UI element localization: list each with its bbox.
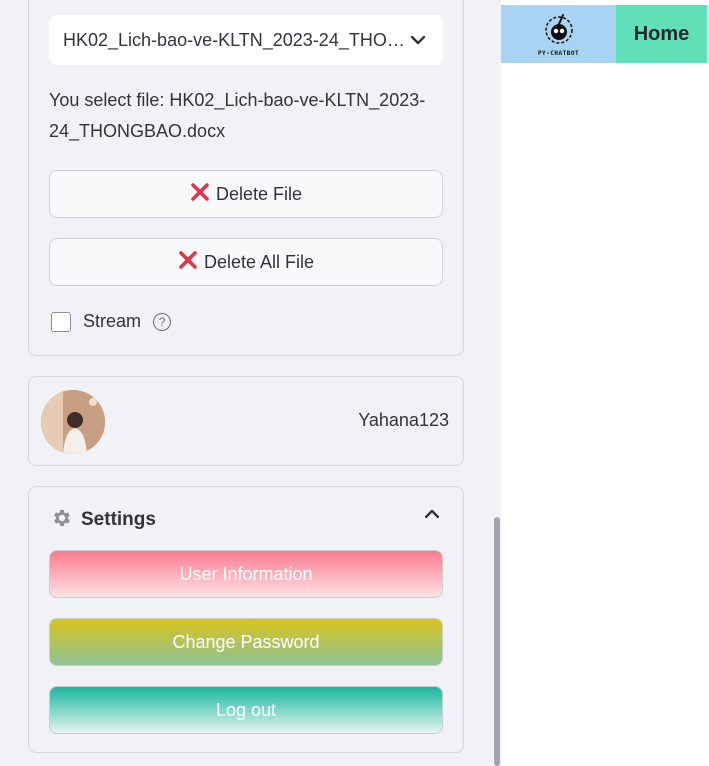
stream-label[interactable]: Stream (83, 311, 141, 332)
file-management-card: HK02_Lich-bao-ve-KLTN_2023-24_THONGBAO.d… (28, 0, 464, 356)
user-card: Yahana123 (28, 376, 464, 466)
delete-file-label: Delete File (215, 183, 303, 204)
avatar (41, 390, 105, 454)
logout-button[interactable]: Log out (49, 686, 443, 734)
settings-card: Settings User Information Change Passwor… (28, 486, 464, 753)
chevron-down-icon[interactable] (407, 32, 429, 48)
chevron-up-icon[interactable] (424, 505, 440, 523)
stream-toggle-row: Stream ? (51, 311, 172, 332)
selected-file-info: You select file: HK02_Lich-bao-ve-KLTN_2… (49, 90, 426, 141)
nav-home-tab[interactable]: Home (616, 5, 707, 63)
change-password-label: Change Password (172, 631, 320, 652)
x-icon (178, 250, 198, 275)
user-information-label: User Information (179, 563, 313, 584)
sidebar: HK02_Lich-bao-ve-KLTN_2023-24_THONGBAO.d… (0, 0, 501, 766)
username: Yahana123 (358, 410, 449, 430)
help-icon[interactable]: ? (153, 312, 172, 331)
gear-icon (51, 507, 73, 533)
stream-checkbox[interactable] (51, 311, 71, 332)
sidebar-scrollbar-thumb[interactable] (494, 517, 500, 766)
delete-all-files-button[interactable]: Delete All File (49, 238, 443, 286)
nav-home-label: Home (633, 22, 690, 45)
file-select-value: HK02_Lich-bao-ve-KLTN_2023-24_THONGBAO.d… (63, 29, 407, 50)
change-password-button[interactable]: Change Password (49, 618, 443, 666)
logout-label: Log out (215, 699, 277, 720)
logo-text: PY-CHATBOT (537, 49, 580, 57)
logo-mark-icon (544, 13, 573, 44)
user-information-button[interactable]: User Information (49, 550, 443, 598)
delete-file-button[interactable]: Delete File (49, 170, 443, 218)
file-select[interactable]: HK02_Lich-bao-ve-KLTN_2023-24_THONGBAO.d… (49, 15, 443, 65)
settings-expander-header[interactable]: Settings (51, 507, 156, 533)
app-logo[interactable]: PY-CHATBOT (501, 5, 616, 63)
delete-all-files-label: Delete All File (203, 251, 315, 272)
x-icon (190, 182, 210, 207)
settings-title: Settings (81, 509, 156, 530)
